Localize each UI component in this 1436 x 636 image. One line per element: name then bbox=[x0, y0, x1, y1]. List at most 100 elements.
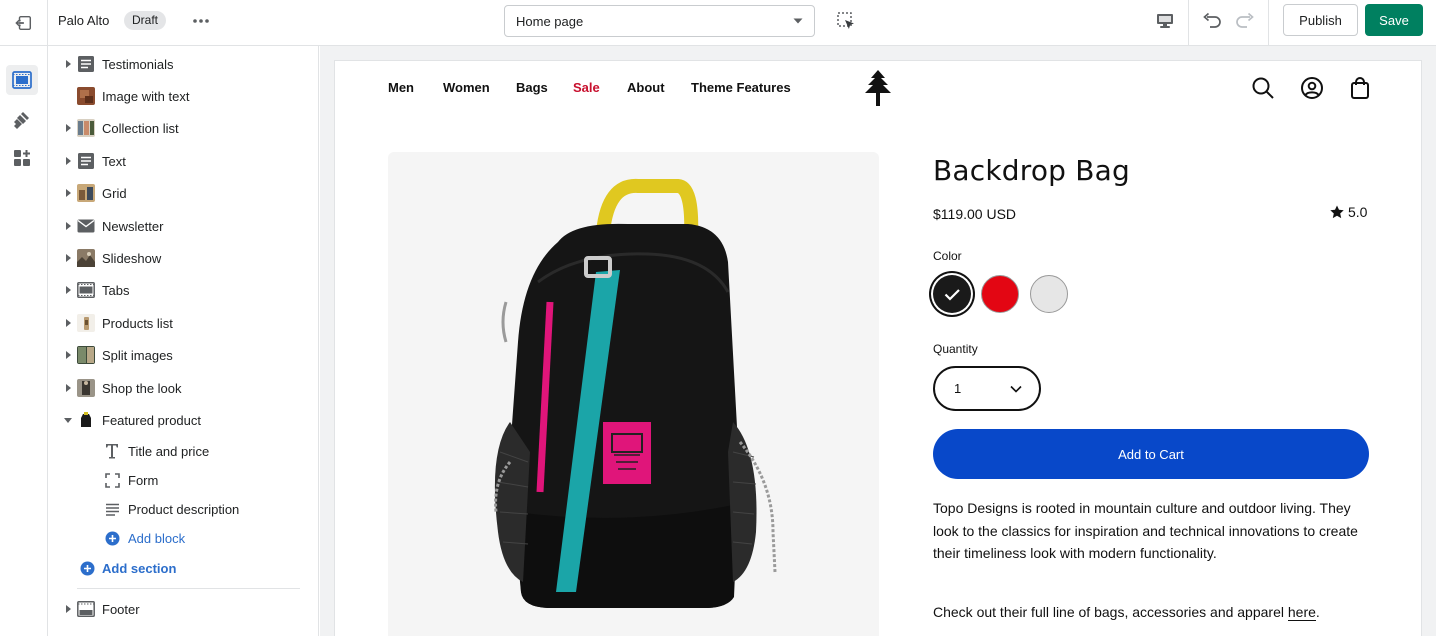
backpack-thumbnail bbox=[77, 411, 95, 429]
inspector-button[interactable] bbox=[834, 9, 858, 33]
caret-right-icon[interactable] bbox=[64, 350, 72, 360]
topbar-divider bbox=[1268, 0, 1269, 45]
text-block-icon bbox=[77, 152, 95, 170]
product-description: Topo Designs is rooted in mountain cultu… bbox=[933, 500, 1358, 561]
add-block-label: Add block bbox=[128, 530, 186, 546]
block-label: Product description bbox=[128, 501, 240, 517]
color-swatch-red[interactable] bbox=[981, 275, 1019, 313]
section-text[interactable]: Text bbox=[49, 146, 318, 176]
block-form[interactable]: Form bbox=[49, 466, 318, 494]
checkmark-icon bbox=[944, 289, 960, 301]
star-icon bbox=[1330, 205, 1344, 219]
rating-value: 5.0 bbox=[1348, 204, 1368, 220]
image-thumbnail bbox=[77, 314, 95, 332]
desktop-view-button[interactable] bbox=[1153, 9, 1177, 33]
section-featured-product[interactable]: Featured product bbox=[49, 405, 318, 435]
add-block-button[interactable]: Add block bbox=[49, 524, 318, 552]
caret-right-icon[interactable] bbox=[64, 253, 72, 263]
quantity-select[interactable]: 1 bbox=[933, 366, 1041, 411]
exit-button[interactable] bbox=[0, 0, 48, 45]
section-grid[interactable]: Grid bbox=[49, 178, 318, 208]
color-label: Color bbox=[933, 249, 962, 263]
sections-sidebar: Testimonials Image with text Collection … bbox=[49, 46, 319, 636]
theme-settings-tab[interactable] bbox=[6, 105, 38, 135]
section-footer[interactable]: Footer bbox=[49, 594, 318, 624]
nav-link-sale[interactable]: Sale bbox=[573, 80, 600, 95]
block-label: Form bbox=[128, 472, 159, 488]
caret-right-icon[interactable] bbox=[64, 383, 72, 393]
section-label: Collection list bbox=[102, 120, 179, 136]
caret-right-icon[interactable] bbox=[64, 156, 72, 166]
block-title-and-price[interactable]: Title and price bbox=[49, 437, 318, 465]
section-label: Split images bbox=[102, 347, 173, 363]
section-label: Testimonials bbox=[102, 56, 174, 72]
description-suffix: . bbox=[1315, 604, 1320, 620]
redo-button[interactable] bbox=[1233, 9, 1257, 33]
quantity-label: Quantity bbox=[933, 342, 978, 356]
editor-icon-rail bbox=[0, 46, 48, 636]
tree-logo-icon[interactable] bbox=[863, 70, 893, 106]
sections-tab[interactable] bbox=[6, 65, 38, 95]
envelope-icon bbox=[77, 217, 95, 235]
topbar-divider bbox=[1188, 0, 1189, 45]
nav-link-women[interactable]: Women bbox=[443, 80, 490, 95]
select-cursor-icon bbox=[837, 12, 854, 29]
description-text: Check out their full line of bags, acces… bbox=[933, 604, 1288, 620]
section-label: Featured product bbox=[102, 412, 202, 428]
product-image[interactable] bbox=[388, 152, 879, 636]
section-label: Image with text bbox=[102, 88, 190, 104]
section-shop-the-look[interactable]: Shop the look bbox=[49, 373, 318, 403]
nav-link-about[interactable]: About bbox=[627, 80, 665, 95]
caret-right-icon[interactable] bbox=[64, 123, 72, 133]
caret-right-icon[interactable] bbox=[64, 221, 72, 231]
add-section-button[interactable]: Add section bbox=[49, 553, 318, 583]
undo-button[interactable] bbox=[1200, 9, 1224, 33]
section-label: Footer bbox=[102, 601, 140, 617]
section-split-images[interactable]: Split images bbox=[49, 340, 318, 370]
here-link[interactable]: here bbox=[1287, 604, 1316, 621]
caret-right-icon[interactable] bbox=[64, 188, 72, 198]
section-newsletter[interactable]: Newsletter bbox=[49, 211, 318, 241]
section-tabs[interactable]: Tabs bbox=[49, 275, 318, 305]
color-swatch-black[interactable] bbox=[933, 275, 971, 313]
tabs-icon bbox=[77, 281, 95, 299]
add-section-label: Add section bbox=[102, 560, 177, 576]
status-badge: Draft bbox=[124, 11, 167, 30]
cart-bag-icon[interactable] bbox=[1348, 76, 1372, 100]
nav-link-theme-features[interactable]: Theme Features bbox=[691, 80, 791, 95]
save-button[interactable]: Save bbox=[1365, 4, 1423, 36]
section-image-with-text[interactable]: Image with text bbox=[49, 81, 318, 111]
more-actions-button[interactable] bbox=[190, 10, 212, 32]
page-selector[interactable]: Home page bbox=[504, 5, 815, 37]
color-swatch-light-gray[interactable] bbox=[1030, 275, 1068, 313]
redo-icon bbox=[1236, 12, 1254, 28]
caret-right-icon[interactable] bbox=[64, 59, 72, 69]
account-icon[interactable] bbox=[1300, 76, 1324, 100]
quantity-value: 1 bbox=[954, 381, 962, 396]
section-collection-list[interactable]: Collection list bbox=[49, 113, 318, 143]
title-icon bbox=[103, 442, 121, 460]
caret-right-icon[interactable] bbox=[64, 318, 72, 328]
section-slideshow[interactable]: Slideshow bbox=[49, 243, 318, 273]
app-blocks-tab[interactable] bbox=[6, 143, 38, 173]
section-products-list[interactable]: Products list bbox=[49, 308, 318, 338]
plus-circle-icon bbox=[78, 559, 96, 577]
caret-right-icon[interactable] bbox=[64, 285, 72, 295]
sidebar-divider bbox=[77, 588, 300, 589]
nav-link-men[interactable]: Men bbox=[388, 80, 414, 95]
product-description-secondary: Check out their full line of bags, acces… bbox=[933, 601, 1373, 623]
product-title: Backdrop Bag bbox=[933, 154, 1130, 187]
search-icon[interactable] bbox=[1251, 76, 1275, 100]
more-horizontal-icon bbox=[193, 19, 209, 23]
caret-right-icon[interactable] bbox=[64, 604, 72, 614]
backpack-illustration bbox=[494, 178, 777, 608]
storefront-preview: Men Women Bags Sale About Theme Features bbox=[334, 60, 1422, 636]
block-product-description[interactable]: Product description bbox=[49, 495, 318, 523]
store-name: Palo Alto bbox=[58, 13, 110, 28]
section-testimonials[interactable]: Testimonials bbox=[49, 49, 318, 79]
add-to-cart-button[interactable]: Add to Cart bbox=[933, 429, 1369, 479]
image-thumbnail bbox=[77, 184, 95, 202]
caret-down-icon[interactable] bbox=[64, 415, 72, 425]
publish-button[interactable]: Publish bbox=[1283, 4, 1358, 36]
nav-link-bags[interactable]: Bags bbox=[516, 80, 548, 95]
